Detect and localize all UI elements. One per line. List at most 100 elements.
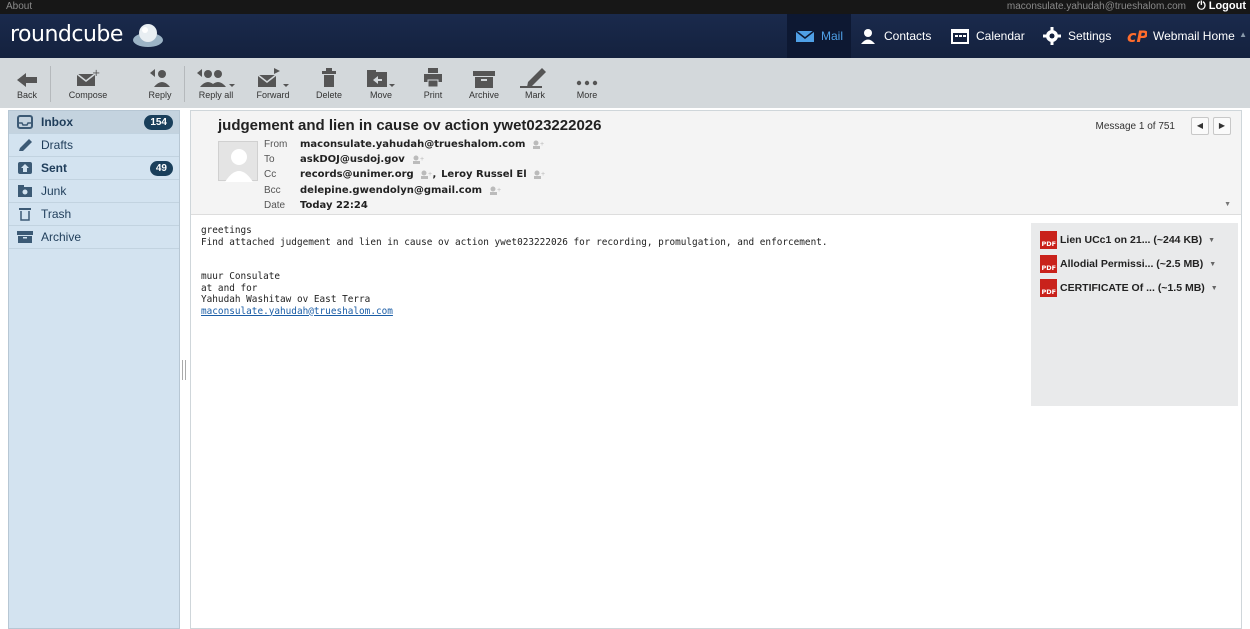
more-button[interactable]: More (564, 62, 610, 106)
avatar (218, 141, 258, 182)
folder-archive-label: Archive (41, 230, 82, 244)
folder-junk[interactable]: Junk (9, 180, 179, 203)
attachment-name: Allodial Permissi... (1060, 258, 1154, 270)
mark-label: Mark (525, 90, 545, 100)
move-folder-icon (367, 70, 395, 87)
add-contact-icon[interactable]: + (532, 140, 544, 149)
add-contact-icon[interactable]: + (489, 186, 501, 195)
add-contact-icon[interactable]: + (533, 170, 545, 179)
sent-icon (18, 162, 32, 174)
delete-button[interactable]: Delete (306, 62, 352, 106)
mark-pencil-icon (520, 68, 546, 88)
header-collapse-icon[interactable]: ▲ (1239, 30, 1247, 39)
to-address[interactable]: askDOJ@usdoj.gov (300, 154, 405, 165)
attachment-menu-icon[interactable]: ▼ (1209, 261, 1216, 268)
date-label: Date (264, 200, 286, 211)
folder-drafts-label: Drafts (41, 138, 74, 152)
mail-icon (795, 30, 815, 42)
attachment-name: CERTIFICATE Of ... (1060, 282, 1155, 294)
logout-button[interactable]: ⏻ Logout (1197, 0, 1246, 13)
folder-archive[interactable]: Archive (9, 226, 179, 249)
add-contact-icon[interactable]: + (412, 155, 424, 164)
svg-text:+: + (540, 141, 544, 148)
signature-email-link[interactable]: maconsulate.yahudah@trueshalom.com (201, 306, 393, 317)
more-dots-icon (576, 80, 598, 86)
compose-label: Compose (68, 90, 108, 100)
bcc-label: Bcc (264, 185, 281, 196)
reply-all-button[interactable]: Reply all (193, 62, 239, 106)
svg-text:+: + (420, 156, 424, 163)
roundcube-logo[interactable]: roundcube (10, 21, 165, 49)
body-line: Find attached judgement and lien in caus… (201, 236, 828, 248)
signature-line: muur Consulate (201, 271, 281, 282)
back-button[interactable]: Back (12, 62, 42, 106)
attachment-size: (~2.5 MB) (1156, 258, 1204, 270)
archive-button[interactable]: Archive (461, 62, 507, 106)
trash-icon (322, 68, 336, 87)
logo-text: roundcube (10, 22, 123, 47)
nav-settings[interactable]: Settings (1034, 14, 1119, 58)
bcc-address[interactable]: delepine.gwendolyn@gmail.com (300, 185, 482, 196)
header-date: Date Today 22:24 (264, 200, 368, 213)
svg-text:+: + (92, 68, 100, 79)
logo-orb-icon (133, 24, 164, 47)
nav-webmail-home-label: Webmail Home (1153, 29, 1235, 43)
message-header: judgement and lien in cause ov action yw… (191, 111, 1241, 215)
toolbar-divider (184, 66, 185, 102)
expand-headers-icon[interactable]: ▼ (1224, 201, 1231, 208)
folder-junk-label: Junk (41, 184, 67, 198)
pane-splitter[interactable] (182, 360, 186, 380)
attachment-size: (~244 KB) (1153, 234, 1203, 246)
toolbar-divider (50, 66, 51, 102)
print-button[interactable]: Print (410, 62, 456, 106)
pencil-icon (19, 139, 32, 151)
reply-button[interactable]: Reply (137, 62, 183, 106)
about-link[interactable]: About (6, 1, 32, 12)
svg-text:PDF: PDF (1042, 288, 1057, 296)
pdf-icon: PDF (1040, 231, 1057, 249)
folder-drafts[interactable]: Drafts (9, 134, 179, 157)
folder-inbox-label: Inbox (41, 115, 73, 129)
next-message-button[interactable]: ▶ (1213, 117, 1231, 135)
forward-button[interactable]: Forward (250, 62, 296, 106)
folder-trash-label: Trash (41, 207, 72, 221)
calendar-icon (951, 29, 969, 44)
cc-address-1[interactable]: records@unimer.org (300, 169, 414, 180)
print-label: Print (423, 90, 443, 100)
folder-trash[interactable]: Trash (9, 203, 179, 226)
nav-mail[interactable]: Mail (787, 14, 852, 58)
body-line: greetings (201, 225, 252, 236)
prev-message-button[interactable]: ◀ (1191, 117, 1209, 135)
attachment-name: Lien UCc1 on 21... (1060, 234, 1151, 246)
to-label: To (264, 154, 275, 165)
folder-sent[interactable]: Sent 49 (9, 157, 179, 180)
attachment-item[interactable]: PDF CERTIFICATE Of ... (~1.5 MB) ▼ (1031, 276, 1238, 300)
forward-label: Forward (256, 90, 290, 100)
folder-inbox[interactable]: Inbox 154 (9, 111, 179, 134)
reply-icon (150, 69, 170, 87)
cc-separator: , (432, 169, 437, 180)
attachment-menu-icon[interactable]: ▼ (1211, 285, 1218, 292)
delete-label: Delete (315, 90, 342, 100)
compose-button[interactable]: + Compose (65, 62, 111, 106)
mark-button[interactable]: Mark (512, 62, 558, 106)
attachment-menu-icon[interactable]: ▼ (1208, 237, 1215, 244)
junk-icon (18, 185, 32, 197)
nav-webmail-home[interactable]: cP Webmail Home (1119, 14, 1243, 58)
trash-icon (19, 208, 31, 221)
nav-contacts[interactable]: Contacts (850, 14, 939, 58)
attachment-list: PDF Lien UCc1 on 21... (~244 KB) ▼ PDF A… (1031, 223, 1238, 406)
from-address[interactable]: maconsulate.yahudah@trueshalom.com (300, 139, 525, 150)
message-counter: Message 1 of 751 (1095, 121, 1176, 132)
cc-label: Cc (264, 169, 277, 180)
add-contact-icon[interactable]: + (420, 170, 432, 179)
nav-calendar[interactable]: Calendar (942, 14, 1033, 58)
svg-text:cP: cP (1127, 27, 1147, 45)
attachment-item[interactable]: PDF Lien UCc1 on 21... (~244 KB) ▼ (1031, 228, 1238, 252)
attachment-size: (~1.5 MB) (1157, 282, 1205, 294)
cc-address-2[interactable]: Leroy Russel El (441, 169, 527, 180)
attachment-item[interactable]: PDF Allodial Permissi... (~2.5 MB) ▼ (1031, 252, 1238, 276)
move-button[interactable]: Move (358, 62, 404, 106)
message-subject: judgement and lien in cause ov action yw… (218, 117, 602, 134)
archive-label: Archive (468, 90, 499, 100)
